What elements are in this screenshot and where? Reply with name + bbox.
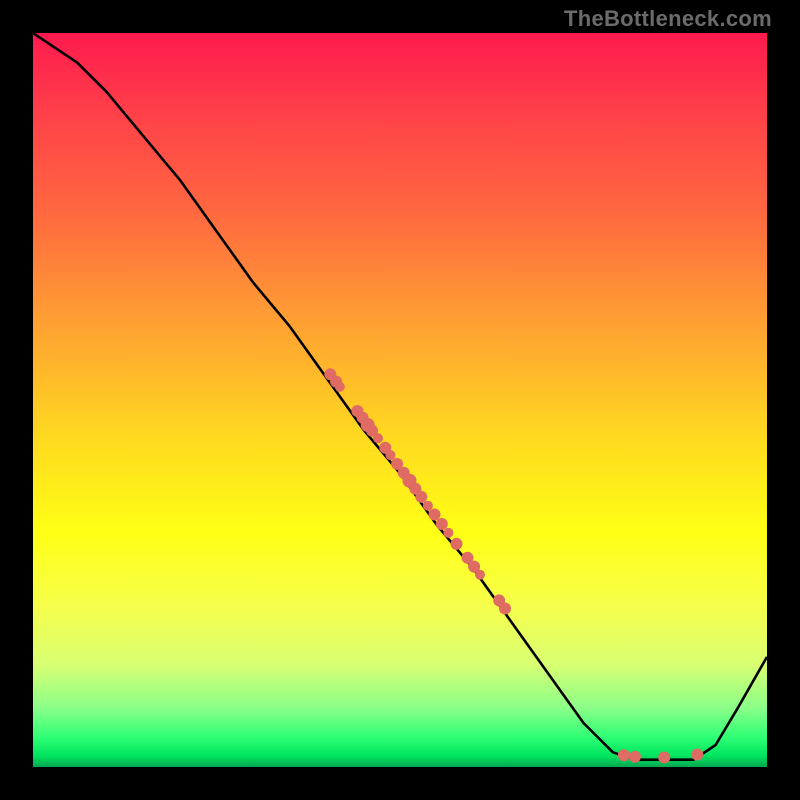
scatter-point	[366, 425, 378, 437]
scatter-point	[386, 450, 396, 460]
scatter-point	[618, 749, 630, 761]
scatter-point	[324, 368, 336, 380]
scatter-point	[443, 528, 453, 538]
watermark-text: TheBottleneck.com	[564, 6, 772, 32]
scatter-point	[691, 749, 703, 761]
scatter-point	[373, 433, 383, 443]
scatter-point	[391, 458, 403, 470]
scatter-point	[357, 412, 369, 424]
scatter-points	[324, 368, 703, 763]
scatter-point	[415, 491, 427, 503]
scatter-point	[398, 467, 410, 479]
scatter-point	[351, 405, 363, 417]
scatter-point	[462, 552, 474, 564]
scatter-point	[330, 376, 342, 388]
scatter-point	[468, 561, 480, 573]
app-frame: TheBottleneck.com	[0, 0, 800, 800]
scatter-point	[379, 442, 391, 454]
scatter-point	[423, 501, 433, 511]
scatter-point	[361, 418, 375, 432]
scatter-point	[499, 603, 511, 615]
bottleneck-curve	[33, 33, 767, 760]
scatter-point	[493, 594, 505, 606]
scatter-point	[409, 483, 421, 495]
scatter-point	[658, 752, 670, 764]
scatter-point	[436, 518, 448, 530]
chart-svg	[33, 33, 767, 767]
scatter-point	[475, 570, 485, 580]
scatter-point	[451, 538, 463, 550]
scatter-point	[429, 509, 441, 521]
scatter-point	[335, 382, 345, 392]
scatter-point	[629, 751, 641, 763]
plot-area	[33, 33, 767, 767]
scatter-point	[403, 474, 417, 488]
